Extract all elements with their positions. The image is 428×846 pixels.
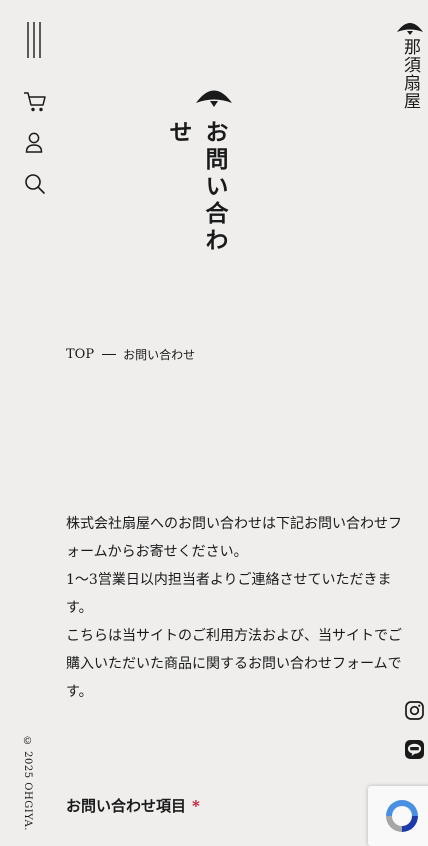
- user-icon[interactable]: [25, 132, 43, 154]
- breadcrumb-separator: [102, 354, 117, 355]
- breadcrumb-current: お問い合わせ: [123, 348, 196, 362]
- form-field-label: お問い合わせ項目 *: [66, 795, 200, 816]
- copyright: © 2025 OHGIYA.: [22, 736, 33, 831]
- intro-line: 購入いただいた商品に関するお問い合わせフォームで: [66, 656, 402, 672]
- breadcrumb-home-link[interactable]: TOP: [66, 347, 94, 362]
- instagram-icon[interactable]: [405, 701, 424, 720]
- intro-line: こちらは当サイトのご利用方法および、当サイトでご: [66, 628, 402, 644]
- fan-icon: [196, 90, 232, 107]
- fan-logo-icon: [397, 23, 423, 35]
- intro-line: す。: [66, 684, 93, 700]
- recaptcha-icon: [386, 800, 418, 832]
- intro-line: ォームからお寄せください。: [66, 544, 248, 560]
- menu-icon[interactable]: [26, 22, 42, 58]
- brand-logo[interactable]: 那須扇屋: [397, 38, 423, 124]
- cart-icon[interactable]: [23, 91, 47, 113]
- page-title: お問い合わせ: [165, 120, 228, 255]
- recaptcha-badge[interactable]: [368, 786, 428, 846]
- intro-line: 1〜3営業日以内担当者よりご連絡させていただきま: [66, 572, 392, 588]
- intro-line: 株式会社扇屋へのお問い合わせは下記お問い合わせフ: [66, 516, 402, 532]
- intro-text: 株式会社扇屋へのお問い合わせは下記お問い合わせフ ォームからお寄せください。 1…: [66, 510, 428, 706]
- field-label-text: お問い合わせ項目: [66, 797, 187, 815]
- breadcrumb: TOP お問い合わせ: [66, 346, 195, 363]
- intro-line: す。: [66, 600, 93, 616]
- required-mark: *: [192, 797, 200, 815]
- search-icon[interactable]: [24, 173, 46, 195]
- line-icon[interactable]: [405, 740, 424, 759]
